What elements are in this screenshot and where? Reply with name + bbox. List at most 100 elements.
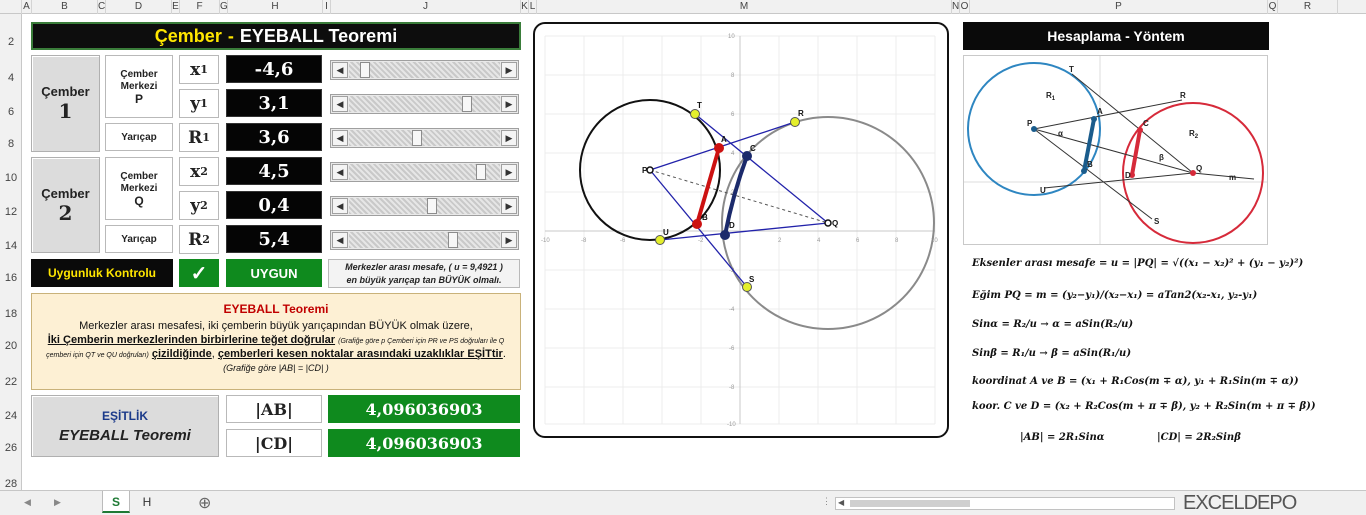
y1-label[interactable]: y1 (179, 89, 219, 118)
x2-slider[interactable]: ◀ ▶ (330, 162, 519, 182)
circle1-radius-label[interactable]: Yarıçap (105, 123, 173, 151)
slider-track[interactable] (349, 232, 500, 248)
scroll-right-icon[interactable]: ▶ (501, 96, 517, 112)
row-header[interactable]: 2 (0, 36, 22, 48)
scroll-left-icon[interactable]: ◀ (332, 96, 348, 112)
slider-thumb[interactable] (475, 164, 486, 180)
formula-sin-alpha[interactable]: Sinα = R₂/u → α = aSin(R₂/u) (972, 319, 1133, 330)
check-status[interactable]: UYGUN (226, 259, 322, 287)
x1-slider[interactable]: ◀ ▶ (330, 60, 519, 80)
slider-thumb[interactable] (447, 232, 458, 248)
scroll-right-icon[interactable]: ▶ (501, 62, 517, 78)
cd-value[interactable]: 4,096036903 (328, 429, 520, 457)
sheet-tab-h[interactable]: H (134, 491, 160, 513)
scrollbar-thumb[interactable] (850, 500, 970, 507)
x1-value[interactable]: -4,6 (226, 55, 322, 83)
formula-sin-beta[interactable]: Sinβ = R₁/u → β = aSin(R₁/u) (972, 348, 1131, 359)
x2-label[interactable]: x2 (179, 157, 219, 186)
col-header-l[interactable]: L (529, 0, 537, 14)
row-header[interactable]: 12 (0, 206, 22, 218)
check-mark-icon[interactable]: ✓ (179, 259, 219, 287)
col-header-o[interactable]: O (960, 0, 970, 14)
scroll-left-icon[interactable]: ◀ (332, 198, 348, 214)
slider-track[interactable] (349, 96, 500, 112)
x2-value[interactable]: 4,5 (226, 157, 322, 185)
row-header[interactable]: 8 (0, 138, 22, 150)
prev-sheet-icon[interactable]: ◀ (24, 497, 31, 508)
formula-coord-cd[interactable]: koor. C ve D = (x₂ + R₂Cos(m + π ∓ β), y… (972, 401, 1316, 412)
row-header[interactable]: 28 (0, 478, 22, 490)
method-heading[interactable]: Hesaplama - Yöntem (963, 22, 1269, 50)
scroll-left-icon[interactable]: ◀ (332, 232, 348, 248)
scroll-left-icon[interactable]: ◀ (332, 62, 348, 78)
circle2-label[interactable]: Çember 2 (31, 157, 100, 253)
y1-value[interactable]: 3,1 (226, 89, 322, 117)
more-options-icon[interactable]: ⋮ (822, 496, 831, 507)
row-header[interactable]: 18 (0, 308, 22, 320)
col-header-b[interactable]: B (32, 0, 98, 14)
formula-ab-length[interactable]: |AB| = 2R₁Sinα (1020, 432, 1104, 443)
point-r[interactable] (790, 117, 800, 127)
row-header[interactable]: 10 (0, 172, 22, 184)
scroll-left-icon[interactable]: ◀ (332, 164, 348, 180)
y2-value[interactable]: 0,4 (226, 191, 322, 219)
check-note[interactable]: Merkezler arası mesafe, ( u = 9,4921 ) e… (328, 259, 520, 288)
col-header-f[interactable]: F (180, 0, 220, 14)
slider-track[interactable] (349, 62, 500, 78)
col-header-a[interactable]: A (22, 0, 32, 14)
slider-thumb[interactable] (461, 96, 472, 112)
scroll-left-icon[interactable]: ◀ (838, 498, 844, 507)
y2-label[interactable]: y2 (179, 191, 219, 220)
col-header-i[interactable]: I (323, 0, 331, 14)
col-header-c[interactable]: C (98, 0, 106, 14)
r1-slider[interactable]: ◀ ▶ (330, 128, 519, 148)
col-header-d[interactable]: D (106, 0, 172, 14)
slider-thumb[interactable] (426, 198, 437, 214)
check-label[interactable]: Uygunluk Kontrolu (31, 259, 173, 287)
equality-label[interactable]: EŞİTLİK EYEBALL Teoremi (31, 395, 219, 457)
scroll-right-icon[interactable]: ▶ (501, 198, 517, 214)
point-b[interactable] (692, 219, 702, 229)
point-a[interactable] (714, 143, 724, 153)
col-header-r[interactable]: R (1278, 0, 1338, 14)
geometry-chart[interactable]: -10 -8 -6 -4 -2 2 4 6 8 10 10 8 6 4 2 -2… (533, 22, 949, 438)
row-header[interactable]: 4 (0, 72, 22, 84)
col-header-m[interactable]: M (537, 0, 952, 14)
circle2-radius-label[interactable]: Yarıçap (105, 225, 173, 253)
r1-value[interactable]: 3,6 (226, 123, 322, 151)
theorem-box[interactable]: EYEBALL Teoremi Merkezler arası mesafesi… (31, 293, 521, 390)
row-header[interactable]: 26 (0, 442, 22, 454)
row-header[interactable]: 24 (0, 410, 22, 422)
formula-slope[interactable]: Eğim PQ = m = (y₂−y₁)/(x₂−x₁) = aTan2(x₂… (972, 290, 1257, 301)
r1-label[interactable]: R1 (179, 123, 219, 152)
point-t[interactable] (690, 109, 700, 119)
sheet-tab-s[interactable]: S (102, 491, 130, 513)
x1-label[interactable]: x1 (179, 55, 219, 84)
scroll-left-icon[interactable]: ◀ (332, 130, 348, 146)
row-header[interactable]: 6 (0, 106, 22, 118)
page-title[interactable]: Çember - EYEBALL Teoremi (31, 22, 521, 50)
col-header-k[interactable]: K (521, 0, 529, 14)
cd-label[interactable]: |CD| (226, 429, 322, 457)
scroll-right-icon[interactable]: ▶ (501, 232, 517, 248)
col-header-e[interactable]: E (172, 0, 180, 14)
slider-thumb[interactable] (412, 130, 423, 146)
point-d[interactable] (720, 230, 730, 240)
col-header-p[interactable]: P (970, 0, 1268, 14)
row-header[interactable]: 22 (0, 376, 22, 388)
r2-slider[interactable]: ◀ ▶ (330, 230, 519, 250)
point-q[interactable] (824, 219, 832, 227)
row-header[interactable]: 14 (0, 240, 22, 252)
formula-distance[interactable]: Eksenler arası mesafe = u = |PQ| = √((x₁… (972, 258, 1303, 269)
y2-slider[interactable]: ◀ ▶ (330, 196, 519, 216)
row-header[interactable]: 20 (0, 340, 22, 352)
y1-slider[interactable]: ◀ ▶ (330, 94, 519, 114)
col-header-g[interactable]: G (220, 0, 228, 14)
col-header-q[interactable]: Q (1268, 0, 1278, 14)
next-sheet-icon[interactable]: ▶ (54, 497, 61, 508)
r2-value[interactable]: 5,4 (226, 225, 322, 253)
method-diagram[interactable]: P Q A B C D R S T U R1 R2 α β m (963, 55, 1268, 245)
circle1-center-label[interactable]: Çember Merkezi P (105, 55, 173, 118)
row-header[interactable]: 16 (0, 272, 22, 284)
slider-track[interactable] (349, 130, 500, 146)
